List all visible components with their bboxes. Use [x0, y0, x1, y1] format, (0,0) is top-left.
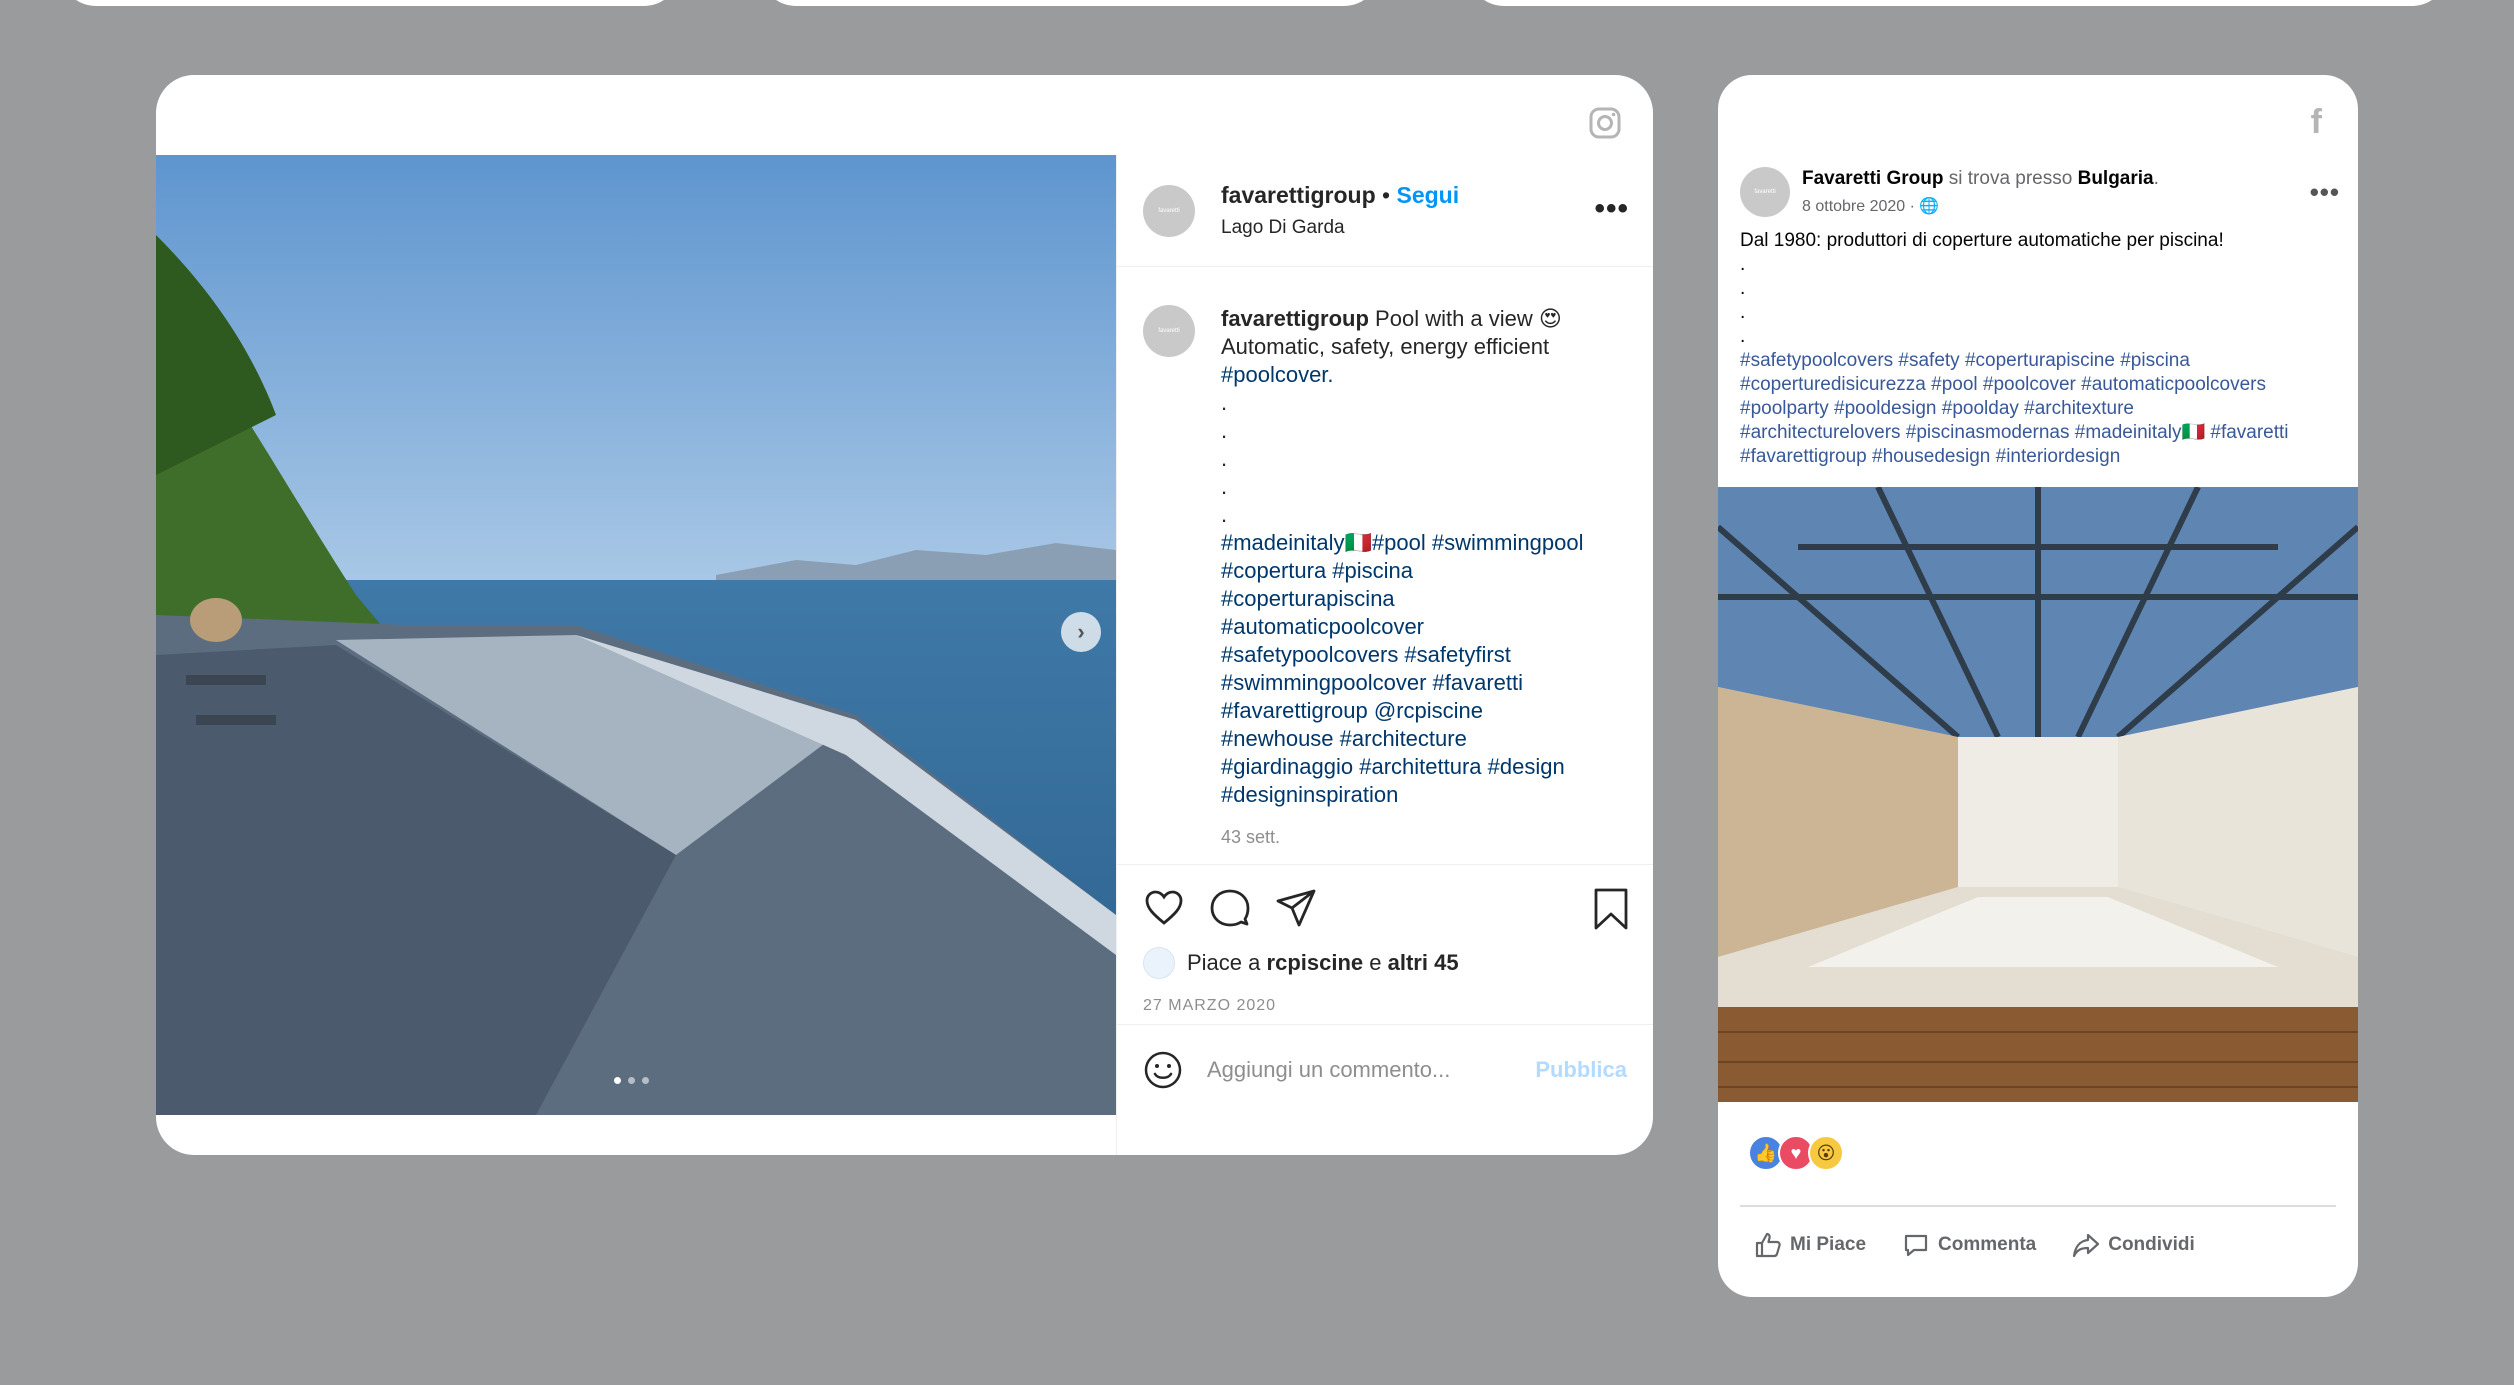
hashtag-line[interactable]: #swimmingpoolcover #favaretti: [1221, 669, 1583, 697]
likes-summary[interactable]: Piace a rcpiscine e altri 45: [1143, 947, 1627, 979]
reactions-summary[interactable]: 👍 ♥ 😮: [1748, 1135, 1844, 1171]
wow-reaction-icon: 😮: [1808, 1135, 1844, 1171]
hashtag-line[interactable]: #coperturapiscina: [1221, 585, 1583, 613]
avatar[interactable]: favaretti: [1740, 167, 1790, 217]
carousel-dots: [614, 1077, 649, 1084]
facebook-icon[interactable]: f: [2311, 103, 2322, 142]
hashtag-line[interactable]: #giardinaggio #architettura #design: [1221, 753, 1583, 781]
post-date: 27 MARZO 2020: [1143, 997, 1277, 1014]
location-prefix: si trova presso: [1948, 168, 2073, 189]
instagram-post-card: › favaretti favarettigroup • Segui Lago …: [156, 75, 1653, 1155]
divider: [1740, 1205, 2336, 1207]
username-link[interactable]: favarettigroup: [1221, 182, 1376, 208]
hashtag-line[interactable]: #madeinitaly🇮🇹#pool #swimmingpool: [1221, 529, 1583, 557]
share-button[interactable]: Condividi: [2072, 1231, 2195, 1259]
bookmark-icon[interactable]: [1591, 887, 1631, 931]
post-photo-indoor-pool[interactable]: [1718, 487, 2358, 1102]
liker-avatar[interactable]: [1143, 947, 1175, 979]
avatar[interactable]: favaretti: [1143, 305, 1195, 357]
hashtag-line[interactable]: #copertura #piscina: [1221, 557, 1583, 585]
comment-icon: [1904, 1234, 1928, 1257]
post-dot: .: [1740, 302, 1746, 323]
instagram-icon[interactable]: [1587, 105, 1623, 141]
post-actions: Piace a rcpiscine e altri 45 27 MARZO 20…: [1117, 865, 1653, 1025]
post-dot: .: [1740, 326, 1746, 347]
hashtag-line[interactable]: #poolparty #pooldesign #poolday #archite…: [1740, 397, 2340, 421]
facebook-post-card: f favaretti Favaretti Group si trova pre…: [1718, 75, 2358, 1297]
share-arrow-icon: [2073, 1233, 2100, 1258]
caption-username[interactable]: favarettigroup: [1221, 306, 1369, 331]
hashtag-line[interactable]: #safetypoolcovers #safety #coperturapisc…: [1740, 349, 2340, 373]
next-photo-arrow[interactable]: ›: [1061, 612, 1101, 652]
comment-icon[interactable]: [1209, 887, 1251, 929]
like-button[interactable]: Mi Piace: [1754, 1231, 1866, 1259]
publish-button[interactable]: Pubblica: [1535, 1057, 1627, 1083]
likes-middle: e: [1369, 950, 1382, 975]
caption-dot: .: [1221, 446, 1228, 471]
top-card-right: [1468, 0, 2448, 6]
post-header: favaretti Favaretti Group si trova press…: [1740, 167, 2340, 217]
caption-line: Pool with a view 😍: [1375, 306, 1562, 331]
caption-dot: .: [1221, 474, 1228, 499]
likes-prefix: Piace a: [1187, 950, 1261, 975]
post-text: Dal 1980: produttori di coperture automa…: [1740, 229, 2340, 469]
comment-button[interactable]: Commenta: [1902, 1231, 2036, 1259]
hashtag-line[interactable]: #coperturedisicurezza #pool #poolcover #…: [1740, 373, 2340, 397]
hashtag-line[interactable]: #favarettigroup @rcpiscine: [1221, 697, 1583, 725]
separator-dot: •: [1382, 182, 1391, 208]
caption-dot: .: [1221, 390, 1228, 415]
avatar[interactable]: favaretti: [1143, 184, 1195, 237]
comment-label: Commenta: [1938, 1234, 2037, 1255]
thumbs-up-icon: [1755, 1232, 1781, 1258]
hashtag-line[interactable]: #newhouse #architecture: [1221, 725, 1583, 753]
hashtag-line[interactable]: #automaticpoolcover: [1221, 613, 1583, 641]
post-header: favaretti favarettigroup • Segui Lago Di…: [1117, 155, 1653, 267]
likes-others-link[interactable]: altri 45: [1388, 950, 1459, 976]
share-icon[interactable]: [1275, 887, 1317, 929]
location-link[interactable]: Bulgaria: [2078, 168, 2154, 189]
caption-timestamp[interactable]: 43 sett.: [1221, 823, 1583, 851]
comment-input[interactable]: Aggiungi un commento...: [1207, 1057, 1535, 1083]
post-photo-infinity-pool[interactable]: [156, 155, 1116, 1115]
hashtag-line[interactable]: #favarettigroup #housedesign #interiorde…: [1740, 445, 2340, 469]
carousel-dot[interactable]: [628, 1077, 635, 1084]
carousel-dot[interactable]: [614, 1077, 621, 1084]
hashtag-link[interactable]: #poolcover.: [1221, 361, 1583, 389]
post-actions: Mi Piace Commenta Condividi: [1754, 1231, 2195, 1259]
top-card-left: [60, 0, 680, 6]
caption-section: favaretti favarettigroup Pool with a vie…: [1117, 267, 1653, 865]
comment-bar: Aggiungi un commento... Pubblica: [1117, 1025, 1653, 1115]
hashtag-line[interactable]: #designinspiration: [1221, 781, 1583, 809]
post-sidebar: favaretti favarettigroup • Segui Lago Di…: [1116, 155, 1653, 1155]
like-label: Mi Piace: [1790, 1234, 1867, 1255]
heart-icon[interactable]: [1143, 887, 1185, 929]
post-dot: .: [1740, 278, 1746, 299]
share-label: Condividi: [2108, 1234, 2195, 1255]
more-options-icon[interactable]: •••: [1594, 194, 1629, 224]
hashtag-line[interactable]: #safetypoolcovers #safetyfirst: [1221, 641, 1583, 669]
emoji-icon[interactable]: [1143, 1050, 1183, 1090]
caption-dot: .: [1221, 418, 1228, 443]
page-name-link[interactable]: Favaretti Group: [1802, 168, 1943, 189]
liker-username[interactable]: rcpiscine: [1267, 950, 1364, 976]
post-date[interactable]: 8 ottobre 2020 · 🌐: [1802, 196, 2159, 216]
hashtag-line[interactable]: #architecturelovers #piscinasmodernas #m…: [1740, 421, 2340, 445]
caption-text: favarettigroup Pool with a view 😍 Automa…: [1221, 305, 1583, 864]
post-line: Dal 1980: produttori di coperture automa…: [1740, 230, 2224, 251]
post-dot: .: [1740, 254, 1746, 275]
caption-dot: .: [1221, 502, 1228, 527]
follow-button[interactable]: Segui: [1396, 182, 1459, 208]
carousel-dot[interactable]: [642, 1077, 649, 1084]
caption-line: Automatic, safety, energy efficient: [1221, 334, 1550, 359]
more-options-icon[interactable]: •••: [2310, 177, 2340, 208]
location-link[interactable]: Lago Di Garda: [1221, 217, 1459, 239]
top-card-middle: [760, 0, 1380, 6]
